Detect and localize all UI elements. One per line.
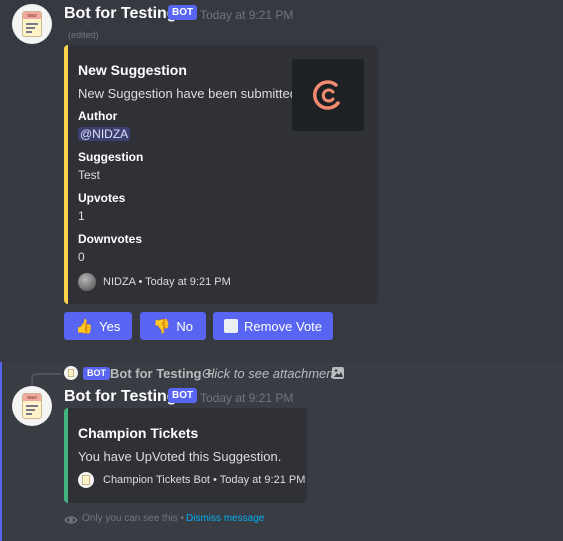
dismiss-link[interactable]: Dismiss message	[186, 513, 264, 524]
embed-description: New Suggestion have been submitted.	[78, 86, 301, 101]
embed-description-2: You have UpVoted this Suggestion.	[78, 449, 282, 464]
image-icon	[331, 366, 345, 380]
embed-title-2: Champion Tickets	[78, 425, 199, 441]
footer-avatar	[78, 273, 96, 291]
field-name-author: Author	[78, 109, 118, 123]
bot-tag: BOT	[168, 5, 198, 20]
bot-avatar[interactable]: TEST	[12, 4, 52, 44]
thumbs-down-icon: 👎	[152, 317, 171, 334]
user-mention[interactable]: @NIDZA	[78, 127, 131, 141]
field-value-author: @NIDZA	[78, 127, 131, 141]
bot-tag-2: BOT	[168, 388, 198, 403]
reply-connector	[31, 373, 61, 387]
no-button[interactable]: 👎 No	[140, 312, 206, 340]
embed-footer: NIDZA • Today at 9:21 PM	[103, 276, 231, 288]
timestamp-2: Today at 9:21 PM	[200, 391, 294, 405]
yes-button[interactable]: 👍 Yes	[64, 312, 132, 340]
eye-icon	[64, 513, 78, 525]
embed-accent-bar-2	[64, 408, 68, 503]
reply-attachment-link[interactable]: Click to see attachment	[202, 366, 337, 381]
reply-bot-tag: BOT	[83, 367, 110, 380]
thumbs-up-icon: 👍	[75, 317, 94, 334]
embed-title: New Suggestion	[78, 62, 187, 78]
highlight-bar	[0, 362, 2, 541]
embed-accent-bar	[64, 45, 68, 304]
field-value-downvotes: 0	[78, 250, 85, 264]
embed-thumbnail[interactable]	[292, 59, 364, 131]
reply-avatar	[64, 366, 78, 380]
remove-vote-label: Remove Vote	[243, 318, 323, 334]
notepad-icon: TEST	[22, 11, 42, 37]
yes-label: Yes	[99, 318, 121, 334]
notepad-icon: TEST	[22, 393, 42, 419]
white-square-icon	[223, 319, 238, 333]
bot-avatar-2[interactable]: TEST	[12, 386, 52, 426]
field-name-suggestion: Suggestion	[78, 150, 144, 164]
footer-avatar-2	[78, 472, 94, 488]
field-value-suggestion: Test	[78, 168, 101, 182]
no-label: No	[176, 318, 194, 334]
field-name-downvotes: Downvotes	[78, 232, 143, 246]
embed-footer-2: Champion Tickets Bot • Today at 9:21 PM	[103, 474, 306, 486]
c-logo-icon	[312, 80, 340, 110]
remove-vote-button[interactable]: Remove Vote	[213, 312, 333, 340]
suggestion-embed: New Suggestion New Suggestion have been …	[64, 45, 378, 304]
timestamp: Today at 9:21 PM	[200, 8, 294, 22]
field-value-upvotes: 1	[78, 209, 85, 223]
field-name-upvotes: Upvotes	[78, 191, 126, 205]
ephemeral-note: Only you can see this •	[82, 513, 184, 524]
champion-embed: Champion Tickets You have UpVoted this S…	[64, 408, 307, 503]
reply-username[interactable]: Bot for Testing +	[110, 366, 213, 381]
edited-label: (edited)	[68, 30, 99, 40]
